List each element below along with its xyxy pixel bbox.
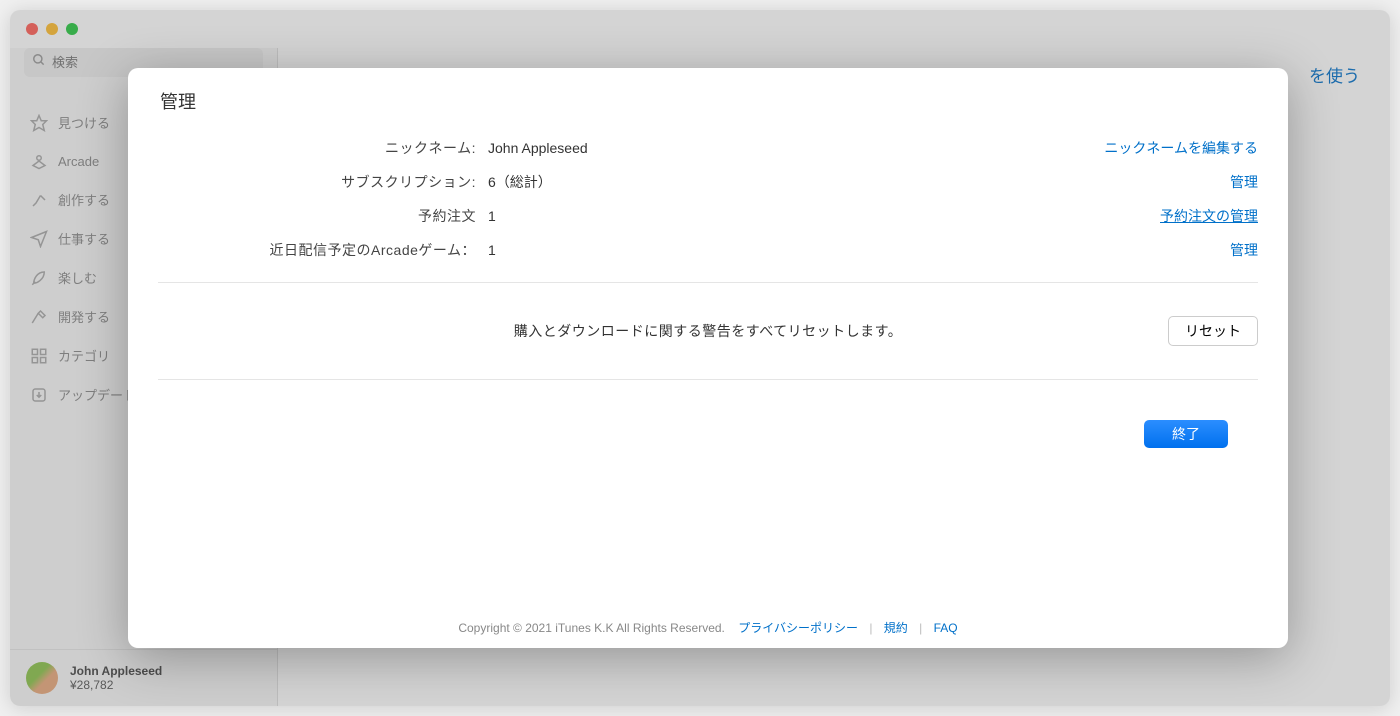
subscriptions-label: サブスクリプション: [158,172,488,192]
row-arcade-upcoming: 近日配信予定のArcadeゲーム： 1 管理 [158,240,1258,260]
done-button[interactable]: 終了 [1144,420,1228,448]
copyright-text: Copyright © 2021 iTunes K.K All Rights R… [458,621,725,635]
preorders-label: 予約注文 [158,206,488,226]
modal-footer: Copyright © 2021 iTunes K.K All Rights R… [128,559,1288,648]
divider [158,379,1258,380]
manage-subscriptions-link[interactable]: 管理 [1230,172,1258,192]
reset-warnings-text: 購入とダウンロードに関する警告をすべてリセットします。 [514,321,903,341]
subscriptions-value: 6（総計） [488,172,1230,192]
edit-nickname-link[interactable]: ニックネームを編集する [1104,138,1258,158]
row-nickname: ニックネーム: John Appleseed ニックネームを編集する [158,138,1258,158]
faq-link[interactable]: FAQ [934,621,958,635]
nickname-value: John Appleseed [488,140,1104,156]
reset-button[interactable]: リセット [1168,316,1258,346]
row-subscriptions: サブスクリプション: 6（総計） 管理 [158,172,1258,192]
arcade-upcoming-label: 近日配信予定のArcadeゲーム： [158,240,488,260]
app-window: 見つける Arcade 創作する 仕事する 楽しむ [10,10,1390,706]
manage-arcade-link[interactable]: 管理 [1230,240,1258,260]
row-preorders: 予約注文 1 予約注文の管理 [158,206,1258,226]
nickname-label: ニックネーム: [158,138,488,158]
modal-title: 管理 [158,88,1258,114]
preorders-value: 1 [488,208,1160,224]
privacy-policy-link[interactable]: プライバシーポリシー [738,621,858,635]
divider [158,282,1258,283]
arcade-upcoming-value: 1 [488,242,1230,258]
reset-warnings-row: 購入とダウンロードに関する警告をすべてリセットします。 リセット [158,305,1258,357]
manage-preorders-link[interactable]: 予約注文の管理 [1160,206,1258,226]
account-manage-modal: 管理 ニックネーム: John Appleseed ニックネームを編集する サブ… [128,68,1288,648]
terms-link[interactable]: 規約 [884,621,908,635]
